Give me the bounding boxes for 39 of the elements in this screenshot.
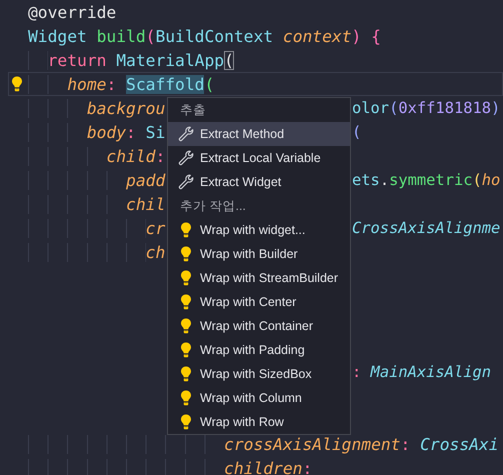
menu-item[interactable]: Wrap with Container xyxy=(168,314,350,338)
menu-item[interactable]: Wrap with Builder xyxy=(168,242,350,266)
code-text: olor(0xff181818) xyxy=(352,100,500,116)
code-text: CrossAxisAlignme xyxy=(352,220,500,236)
lightbulb-icon xyxy=(180,414,192,430)
code-text: home: Scaffold( xyxy=(28,76,214,92)
lightbulb-icon xyxy=(180,294,192,310)
lightbulb-icon xyxy=(180,366,192,382)
menu-item[interactable]: Wrap with StreamBuilder xyxy=(168,266,350,290)
menu-item[interactable]: Extract Method xyxy=(168,122,350,146)
lightbulb-icon xyxy=(180,390,192,406)
code-text: ch xyxy=(28,244,166,260)
wrench-icon xyxy=(178,174,194,190)
menu-item[interactable]: Wrap with Center xyxy=(168,290,350,314)
code-text: return MaterialApp( xyxy=(28,52,234,68)
lightbulb-icon xyxy=(180,222,192,238)
lightbulb-icon[interactable] xyxy=(11,76,23,92)
code-text: chil xyxy=(28,196,166,212)
code-text: crossAxisAlignment: CrossAxi xyxy=(28,436,499,452)
code-text: ets.symmetric(ho xyxy=(352,172,500,188)
lightbulb-icon xyxy=(180,246,192,262)
menu-item[interactable]: Extract Local Variable xyxy=(168,146,350,170)
wrench-icon xyxy=(178,126,194,142)
wrench-icon xyxy=(178,150,194,166)
menu-item[interactable]: Wrap with Padding xyxy=(168,338,350,362)
menu-item[interactable]: Wrap with Row xyxy=(168,410,350,434)
code-text: : MainAxisAlign xyxy=(352,364,492,380)
lightbulb-icon xyxy=(180,270,192,286)
code-text: Widget build(BuildContext context) { xyxy=(28,28,381,44)
menu-item[interactable]: Extract Widget xyxy=(168,170,350,194)
lightbulb-icon xyxy=(180,318,192,334)
menu-item[interactable]: Wrap with widget... xyxy=(168,218,350,242)
menu-section-header: 추가 작업... xyxy=(179,198,246,215)
menu-section-header: 추출 xyxy=(179,102,206,119)
lightbulb-icon xyxy=(180,342,192,358)
code-text: ( xyxy=(352,124,362,140)
code-text: @override xyxy=(28,4,116,20)
menu-item[interactable]: Wrap with Column xyxy=(168,386,350,410)
menu-item[interactable]: Wrap with SizedBox xyxy=(168,362,350,386)
